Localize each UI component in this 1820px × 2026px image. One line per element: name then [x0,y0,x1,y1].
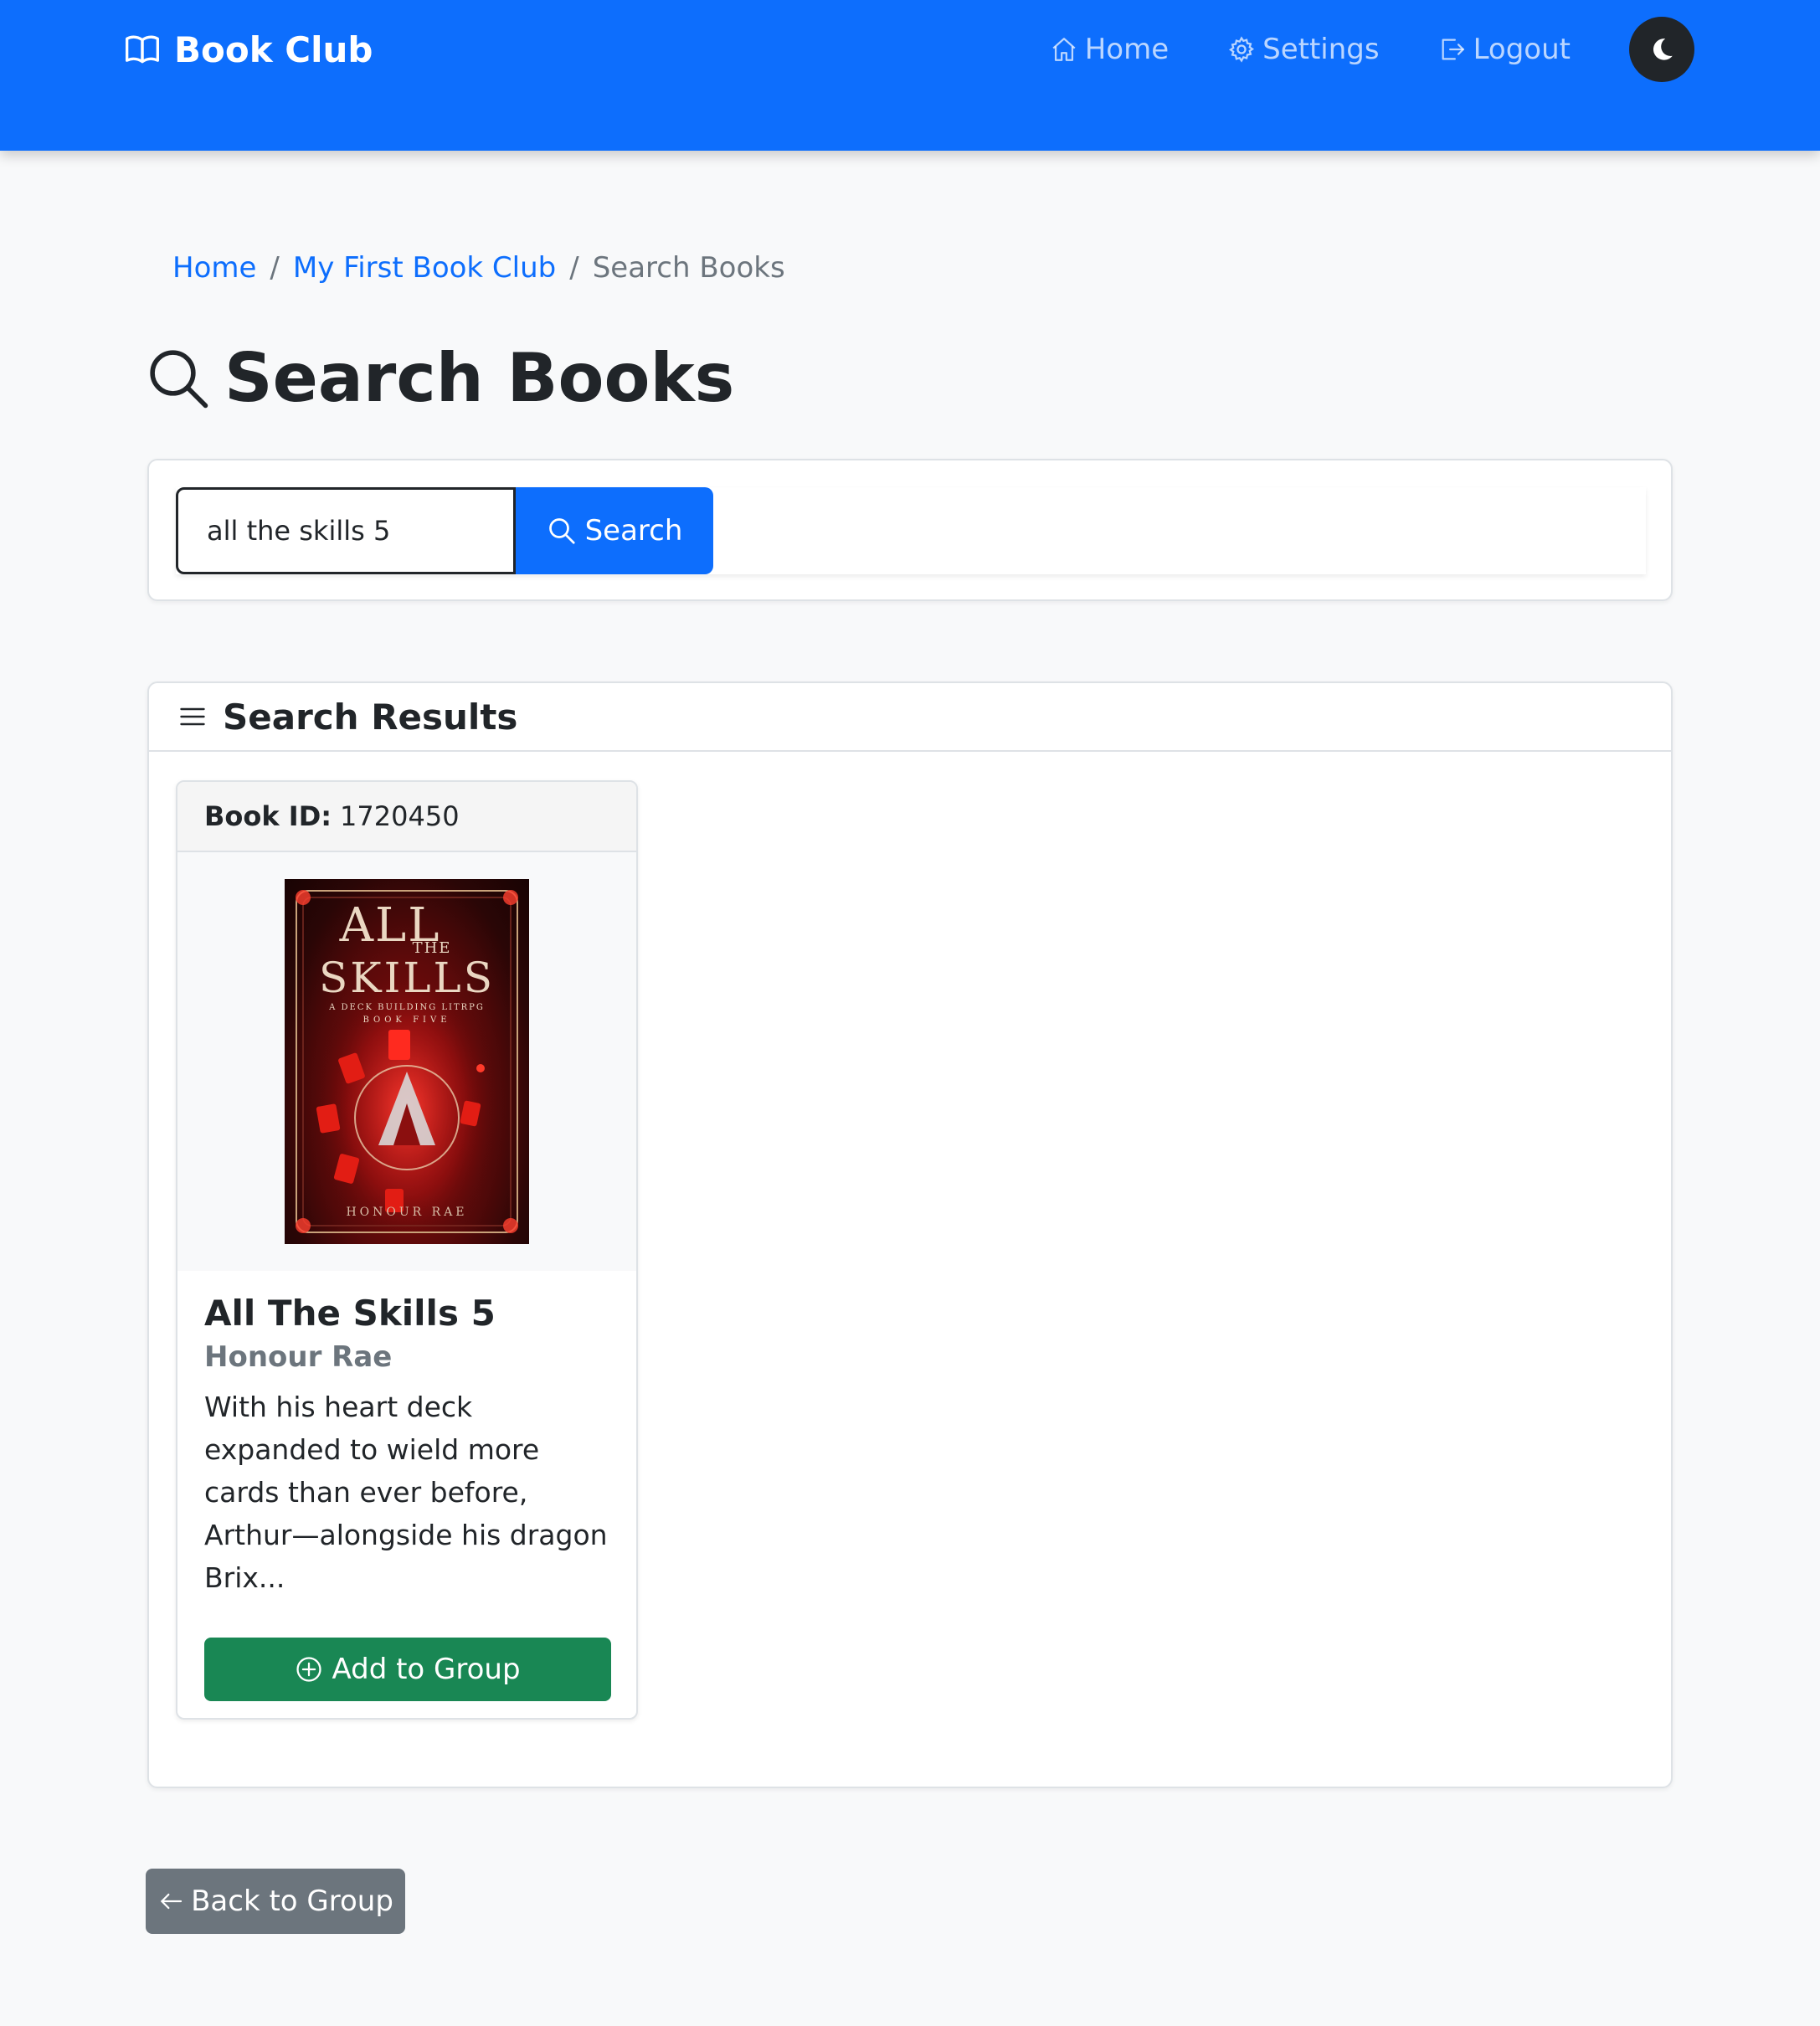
back-to-group-label: Back to Group [191,1885,393,1918]
breadcrumb: Home / My First Book Club / Search Books [172,251,785,285]
breadcrumb-separator: / [569,251,579,285]
navbar: Book Club Home Settings Logout [0,0,1820,151]
search-card: Search [147,459,1673,601]
nav-logout-link[interactable]: Logout [1438,33,1571,66]
cover-area: ALL THE SKILLS A DECK BUILDING LITRPG BO… [177,852,636,1271]
list-icon [180,707,205,726]
arrow-left-icon [161,1893,183,1910]
add-to-group-label: Add to Group [332,1653,521,1686]
book-id-value: 1720450 [340,800,460,832]
cover-subtitle: A DECK BUILDING LITRPG [329,1003,485,1012]
gear-icon [1229,36,1255,63]
moon-icon [1653,39,1673,60]
book-title: All The Skills 5 [204,1293,496,1334]
theme-toggle-button[interactable] [1629,17,1694,82]
search-button-label: Search [584,514,683,548]
search-icon [548,518,575,544]
search-button[interactable]: Search [516,487,713,574]
cover-title: ALL THE SKILLS A DECK BUILDING LITRPG BO… [285,902,529,1026]
page-title-text: Search Books [224,339,735,417]
book-card: Book ID: 1720450 ALL THE SKILLS A DECK B… [176,780,638,1720]
breadcrumb-group-link[interactable]: My First Book Club [293,251,556,285]
search-form: Search [176,487,1646,574]
nav-settings-label: Settings [1262,33,1380,66]
results-header: Search Results [149,683,1671,752]
back-to-group-button[interactable]: Back to Group [146,1869,405,1934]
brand-link[interactable]: Book Club [124,25,373,74]
add-to-group-button[interactable]: Add to Group [204,1638,611,1701]
breadcrumb-current: Search Books [592,251,785,285]
nav-logout-label: Logout [1473,33,1571,66]
logout-icon [1442,39,1464,60]
book-description: With his heart deck expanded to wield mo… [204,1391,608,1594]
cover-book-number: BOOK FIVE [362,1016,451,1025]
book-body: All The Skills 5 Honour Rae With his hea… [204,1293,613,1599]
nav-links: Home Settings Logout [1050,17,1820,82]
book-open-icon [126,35,159,64]
results-card: Search Results Book ID: 1720450 ALL THE … [147,681,1673,1788]
house-icon [1052,38,1076,61]
book-cover-image: ALL THE SKILLS A DECK BUILDING LITRPG BO… [285,879,529,1244]
book-card-header: Book ID: 1720450 [177,782,636,852]
breadcrumb-separator: / [270,251,280,285]
search-icon [150,349,208,408]
page-title: Search Books [146,339,734,417]
nav-home-link[interactable]: Home [1050,33,1169,66]
results-header-title: Search Results [223,696,518,738]
book-id-label: Book ID: [204,800,332,832]
nav-home-label: Home [1084,33,1170,66]
cover-author: HONOUR RAE [346,1206,468,1219]
book-author: Honour Rae [204,1340,393,1374]
breadcrumb-home-link[interactable]: Home [172,251,256,285]
search-input[interactable] [176,487,516,574]
brand-name: Book Club [174,28,373,70]
plus-circle-icon [296,1657,322,1682]
nav-settings-link[interactable]: Settings [1227,33,1380,66]
cover-title-line3: SKILLS [318,954,496,1002]
